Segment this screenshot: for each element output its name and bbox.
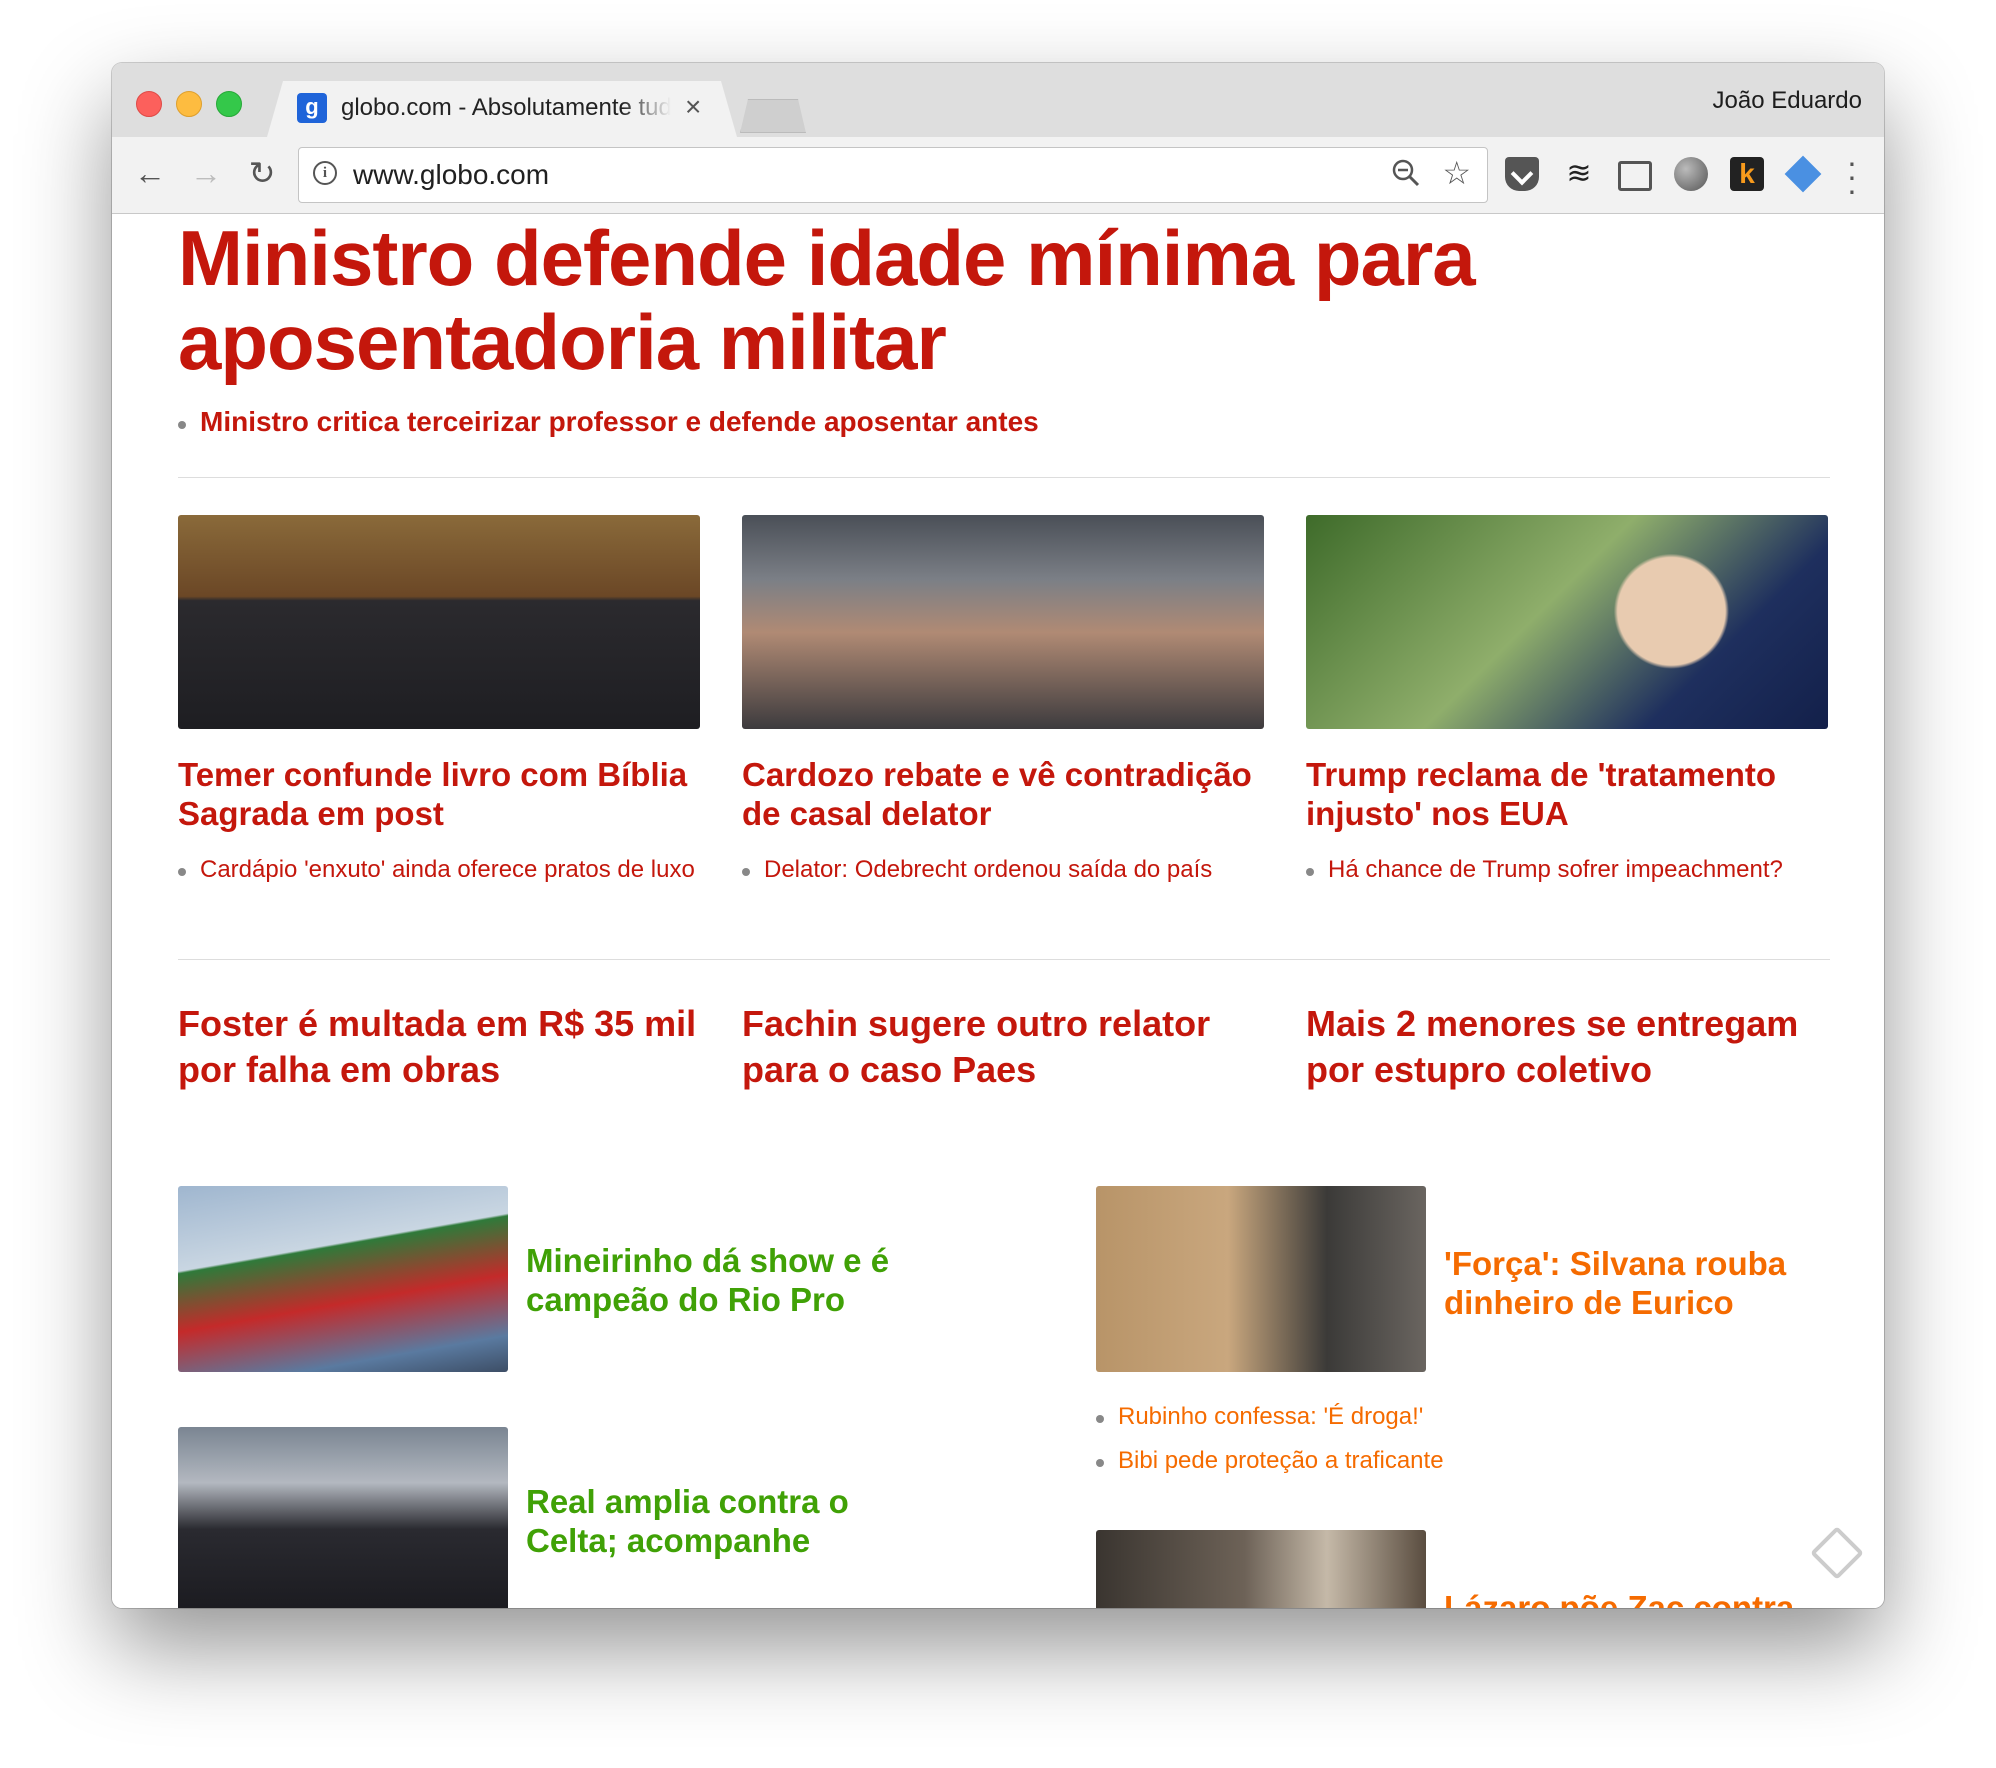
featured-sub[interactable]: Cardápio 'enxuto' ainda oferece pratos d…: [178, 855, 700, 885]
back-arrow-icon[interactable]: ←: [130, 153, 170, 193]
soccer-photo[interactable]: [178, 1427, 508, 1608]
star-icon[interactable]: ☆: [1442, 154, 1471, 192]
info-icon[interactable]: i: [313, 161, 337, 185]
cast-icon[interactable]: [1618, 161, 1652, 191]
close-tab-icon[interactable]: ×: [685, 91, 701, 123]
pocket-icon[interactable]: [1505, 157, 1539, 191]
main-subheadline[interactable]: Ministro critica terceirizar professor e…: [178, 406, 1039, 438]
featured-sub[interactable]: Delator: Odebrecht ordenou saída do país: [742, 855, 1264, 885]
divider: [178, 477, 1830, 478]
main-headline[interactable]: Ministro defende idade mínima para apose…: [178, 216, 1738, 384]
surf-photo[interactable]: [178, 1186, 508, 1372]
browser-window: g globo.com - Absolutamente tudo × João …: [112, 63, 1884, 1608]
address-bar[interactable]: i www.globo.com ☆: [298, 147, 1488, 203]
temer-photo[interactable]: [178, 515, 700, 729]
forward-arrow-icon[interactable]: →: [186, 153, 226, 193]
entertainment-headline[interactable]: Lázaro põe Zac contra: [1444, 1588, 1824, 1608]
profile-name[interactable]: João Eduardo: [1713, 87, 1862, 115]
reload-icon[interactable]: ↻: [242, 153, 282, 193]
text-story-link[interactable]: Foster é multada em R$ 35 mil por falha …: [178, 1001, 698, 1093]
tab-globo[interactable]: g globo.com - Absolutamente tudo ×: [267, 81, 737, 137]
entertainment-sub[interactable]: Rubinho confessa: 'É droga!': [1096, 1402, 1423, 1432]
browser-toolbar: ← → ↻ i www.globo.com ☆ ≋ k · · ·: [112, 137, 1884, 214]
k-extension-icon[interactable]: k: [1730, 157, 1764, 191]
featured-title[interactable]: Cardozo rebate e vê contradição de casal…: [742, 755, 1264, 833]
page-content: Ministro defende idade mínima para apose…: [112, 214, 1884, 1608]
diamond-extension-icon[interactable]: [1784, 155, 1822, 193]
text-story-link[interactable]: Fachin sugere outro relator para o caso …: [742, 1001, 1262, 1093]
menu-icon[interactable]: · · ·: [1842, 146, 1862, 206]
trump-photo[interactable]: [1306, 515, 1828, 729]
globo-favicon-icon: g: [297, 93, 327, 123]
close-window-button[interactable]: [136, 91, 162, 117]
new-tab-button[interactable]: [740, 99, 806, 133]
divider: [178, 959, 1830, 960]
novela-photo-2[interactable]: [1096, 1530, 1426, 1608]
cardozo-photo[interactable]: [742, 515, 1264, 729]
maximize-window-button[interactable]: [216, 91, 242, 117]
tab-title: globo.com - Absolutamente tudo: [341, 94, 671, 121]
entertainment-headline[interactable]: 'Força': Silvana rouba dinheiro de Euric…: [1444, 1244, 1824, 1322]
sports-headline[interactable]: Mineirinho dá show e é campeão do Rio Pr…: [526, 1241, 906, 1319]
sphere-icon[interactable]: [1674, 157, 1708, 191]
zoom-icon[interactable]: [1391, 156, 1421, 198]
featured-title[interactable]: Trump reclama de 'tratamento injusto' no…: [1306, 755, 1828, 833]
sports-headline[interactable]: Real amplia contra o Celta; acompanhe: [526, 1482, 906, 1560]
featured-card[interactable]: Cardozo rebate e vê contradição de casal…: [742, 515, 1264, 885]
buffer-icon[interactable]: ≋: [1562, 157, 1596, 191]
minimize-window-button[interactable]: [176, 91, 202, 117]
featured-title[interactable]: Temer confunde livro com Bíblia Sagrada …: [178, 755, 700, 833]
feedback-icon[interactable]: [1810, 1526, 1864, 1580]
url-text[interactable]: www.globo.com: [353, 159, 549, 191]
entertainment-sub[interactable]: Bibi pede proteção a traficante: [1096, 1446, 1444, 1476]
title-bar: g globo.com - Absolutamente tudo × João …: [112, 63, 1884, 137]
featured-card[interactable]: Temer confunde livro com Bíblia Sagrada …: [178, 515, 700, 885]
featured-sub[interactable]: Há chance de Trump sofrer impeachment?: [1306, 855, 1828, 885]
text-story-link[interactable]: Mais 2 menores se entregam por estupro c…: [1306, 1001, 1826, 1093]
featured-card[interactable]: Trump reclama de 'tratamento injusto' no…: [1306, 515, 1828, 885]
novela-photo[interactable]: [1096, 1186, 1426, 1372]
